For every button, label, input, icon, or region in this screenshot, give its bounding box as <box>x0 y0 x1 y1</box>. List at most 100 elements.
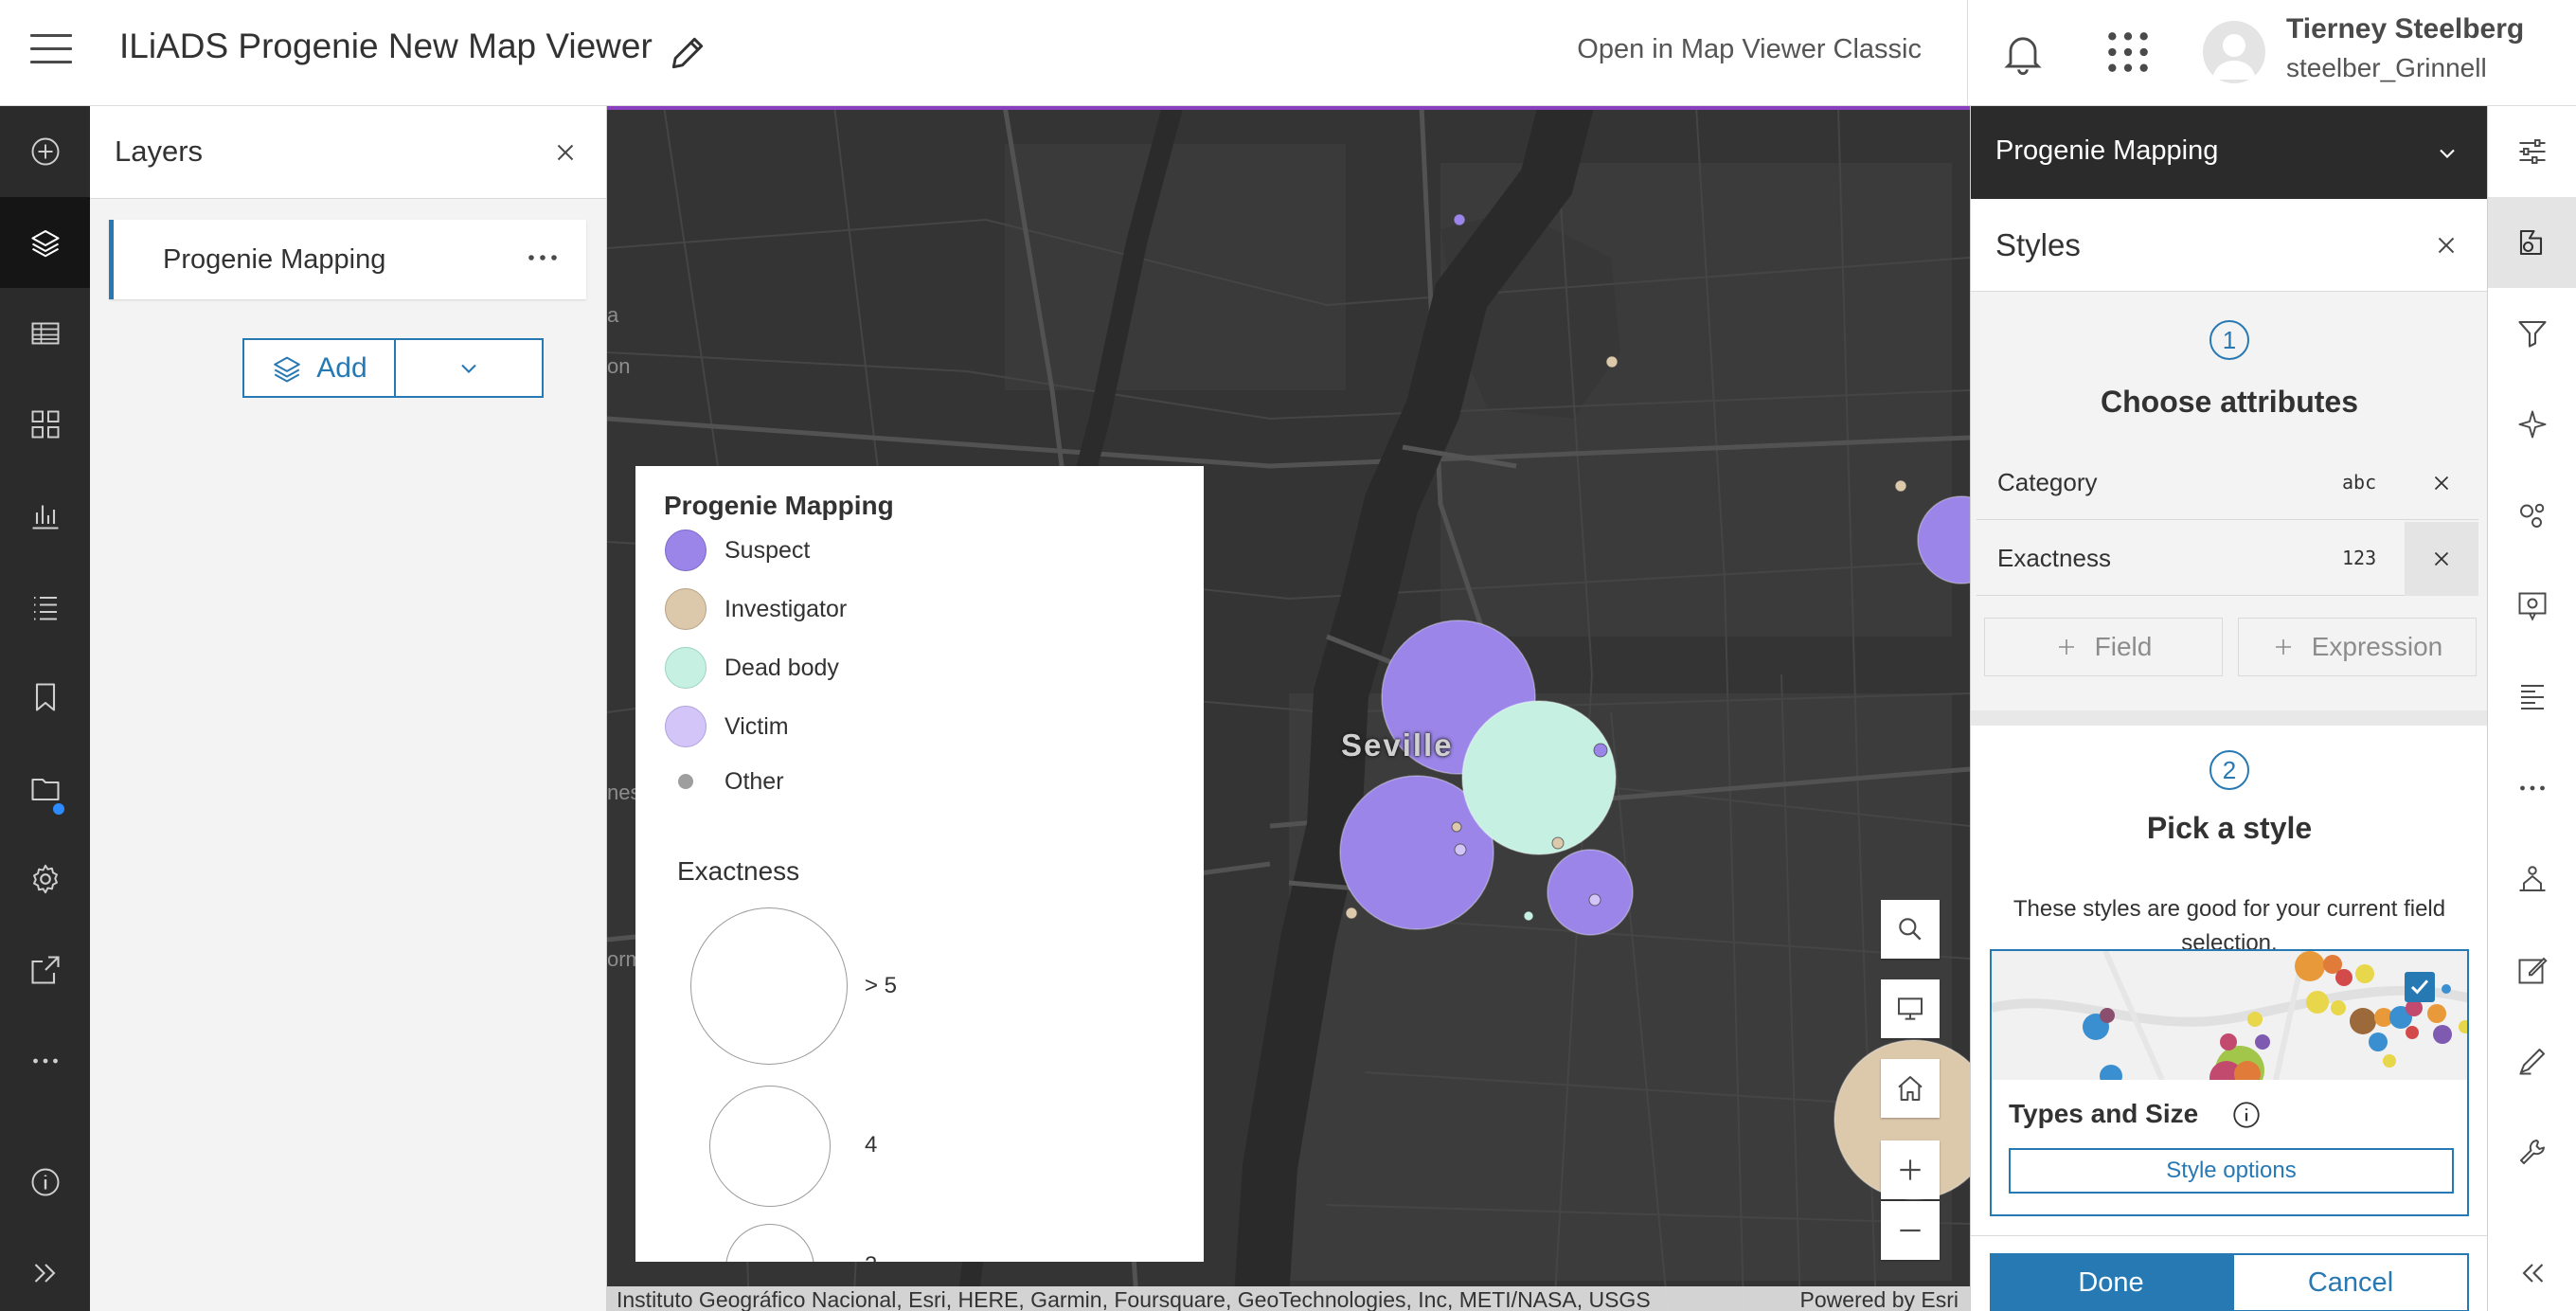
user-handle[interactable]: steelber_Grinnell <box>2286 53 2487 83</box>
share-button[interactable] <box>0 925 90 1015</box>
map-properties-button[interactable] <box>0 743 90 834</box>
info-icon[interactable] <box>2230 1099 2263 1131</box>
bookmarks-button[interactable] <box>0 652 90 743</box>
legend-label: Suspect <box>724 536 811 564</box>
filter-icon <box>2518 320 2547 348</box>
suspect-point[interactable] <box>1453 213 1466 226</box>
edit-button[interactable] <box>2488 1015 2576 1106</box>
app-header: ILiADS Progenie New Map Viewer Open in M… <box>0 0 2576 106</box>
settings-button[interactable] <box>0 834 90 925</box>
suspect-point[interactable] <box>1547 849 1634 936</box>
add-layer-button[interactable] <box>0 106 90 197</box>
powered-by-esri[interactable]: Powered by Esri <box>1800 1286 1959 1311</box>
edit-title-icon[interactable] <box>667 32 708 74</box>
close-icon[interactable] <box>2432 231 2460 260</box>
charts-icon <box>32 505 58 530</box>
app-launcher-icon[interactable] <box>2104 28 2152 76</box>
right-action-bar <box>2487 106 2576 1311</box>
menu-icon[interactable] <box>30 34 72 68</box>
attribute-name: Exactness <box>1997 544 2111 572</box>
open-classic-link[interactable]: Open in Map Viewer Classic <box>1577 34 1922 65</box>
tables-button[interactable] <box>0 288 90 379</box>
style-card-types-and-size[interactable]: Types and Size Style options <box>1990 949 2469 1216</box>
investigator-point[interactable] <box>1894 479 1907 493</box>
other-swatch <box>678 774 693 789</box>
layers-button[interactable] <box>0 197 90 288</box>
size-symbol-medium <box>709 1086 831 1207</box>
add-expression-label: Expression <box>2311 632 2443 661</box>
attribute-row[interactable]: Category abc <box>1977 446 2478 520</box>
notifications-icon[interactable] <box>1998 28 2048 78</box>
labels-icon <box>2521 685 2544 709</box>
collapse-bar-button[interactable] <box>2488 1228 2576 1311</box>
presentation-button[interactable] <box>1881 979 1940 1038</box>
investigator-point[interactable] <box>1451 821 1462 833</box>
user-avatar[interactable] <box>2203 21 2265 83</box>
zoom-out-button[interactable] <box>1881 1201 1940 1260</box>
style-options-button[interactable]: Style options <box>2009 1148 2454 1194</box>
tools-button[interactable] <box>2488 1106 2576 1197</box>
style-name: Types and Size <box>2009 1099 2199 1128</box>
info-button[interactable] <box>0 1137 90 1228</box>
sketch-button[interactable] <box>2488 925 2576 1015</box>
properties-button[interactable] <box>2488 106 2576 197</box>
map-attribution: Instituto Geográfico Nacional, Esri, HER… <box>607 1286 1970 1311</box>
labels-button[interactable] <box>2488 652 2576 743</box>
remove-attribute-button[interactable] <box>2405 522 2478 596</box>
style-preview-thumbnail <box>1992 951 2467 1080</box>
popups-button[interactable] <box>2488 561 2576 652</box>
victim-point[interactable] <box>1588 893 1601 907</box>
victim-point[interactable] <box>1454 843 1467 856</box>
investigator-point[interactable] <box>1605 355 1619 368</box>
legend-label: Dead body <box>724 654 839 681</box>
zoom-in-button[interactable] <box>1881 1140 1940 1199</box>
filter-button[interactable] <box>2488 288 2576 379</box>
suspect-point[interactable] <box>1917 495 1970 584</box>
legend-label: Other <box>724 767 784 795</box>
edge-label: on <box>607 354 631 378</box>
effects-button[interactable] <box>2488 379 2576 470</box>
layer-options-icon[interactable] <box>524 237 562 278</box>
styles-panel-footer: Done Cancel <box>1971 1235 2488 1311</box>
home-icon <box>1898 1076 1923 1101</box>
suspect-swatch <box>665 530 707 571</box>
suspect-point[interactable] <box>1593 743 1608 758</box>
close-icon[interactable] <box>551 138 580 167</box>
legend-label: Investigator <box>724 595 848 622</box>
dead-body-point[interactable] <box>1461 700 1617 855</box>
legend-size-title: Exactness <box>677 856 800 886</box>
more-layer-tools-button[interactable] <box>2488 743 2576 834</box>
home-button[interactable] <box>1881 1059 1940 1118</box>
map-view[interactable]: a on nes orm Seville Progenie Mapping Su… <box>607 106 1970 1311</box>
search-icon <box>1899 918 1922 941</box>
expand-bar-button[interactable] <box>0 1228 90 1311</box>
add-field-button[interactable]: Field <box>1984 618 2223 676</box>
styles-button[interactable] <box>2488 197 2576 288</box>
attribute-name: Category <box>1997 468 2098 496</box>
layer-selector[interactable]: Progenie Mapping <box>1971 106 2487 199</box>
remove-attribute-button[interactable] <box>2405 446 2478 520</box>
more-tools-button[interactable] <box>0 1015 90 1106</box>
user-name[interactable]: Tierney Steelberg <box>2286 13 2524 45</box>
investigator-point[interactable] <box>1551 836 1565 850</box>
style-selected-checkbox[interactable] <box>2405 972 2435 1002</box>
legend-button[interactable] <box>0 561 90 652</box>
basemap-button[interactable] <box>0 379 90 470</box>
investigator-point[interactable] <box>1345 907 1358 920</box>
configure-button[interactable] <box>2488 834 2576 925</box>
add-expression-button[interactable]: Expression <box>2238 618 2477 676</box>
add-button-label: Add <box>316 351 367 384</box>
search-button[interactable] <box>1881 900 1940 959</box>
step-1-indicator: 1 <box>2209 320 2249 360</box>
add-button[interactable]: Add <box>244 340 396 396</box>
charts-button[interactable] <box>0 470 90 561</box>
step-2-indicator: 2 <box>2209 750 2249 790</box>
cancel-button[interactable]: Cancel <box>2232 1253 2469 1311</box>
minus-icon <box>1900 1229 1921 1232</box>
layer-item[interactable]: Progenie Mapping <box>109 220 586 299</box>
add-dropdown-button[interactable] <box>396 340 542 396</box>
attribute-row[interactable]: Exactness 123 <box>1977 522 2478 596</box>
clustering-button[interactable] <box>2488 470 2576 561</box>
dead-body-point[interactable] <box>1523 910 1534 922</box>
done-button[interactable]: Done <box>1990 1253 2232 1311</box>
